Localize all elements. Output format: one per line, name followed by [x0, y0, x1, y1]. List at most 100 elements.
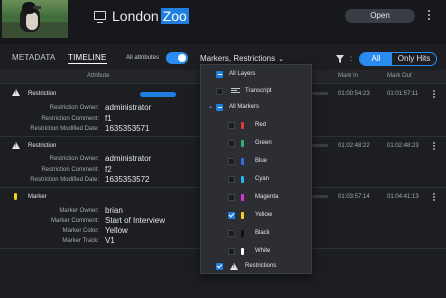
field-value: 1635353572 [105, 175, 150, 184]
field-value: administrator [105, 103, 152, 112]
marker-checkbox[interactable] [228, 176, 235, 183]
row-menu-icon[interactable] [433, 193, 435, 202]
field-value: brian [105, 206, 123, 215]
row-menu-icon[interactable] [433, 90, 435, 99]
option-label: White [255, 248, 271, 254]
warning-icon [12, 89, 20, 96]
option-restrictions[interactable]: Restrictions [201, 260, 313, 274]
marker-checkbox[interactable] [228, 194, 235, 201]
option-marker-yellow[interactable]: Yellow [201, 209, 313, 223]
option-label: Red [255, 122, 267, 128]
filter-icon[interactable] [336, 55, 344, 63]
row-menu-icon[interactable] [433, 142, 435, 151]
field-value: V1 [105, 236, 115, 245]
filter-only-hits-button[interactable]: Only Hits [392, 53, 436, 65]
transcript-checkbox[interactable] [216, 88, 223, 95]
timeline-track-bar [312, 195, 328, 198]
hits-filter-segmented: All Only Hits [359, 52, 437, 66]
layers-dropdown[interactable]: Markers, Restrictions ⌄ [200, 54, 284, 63]
color-swatch [241, 194, 244, 201]
option-transcript[interactable]: Transcript [201, 85, 313, 99]
asset-title-search-highlight: Zoo [160, 8, 189, 24]
column-mark-in[interactable]: Mark In [338, 73, 358, 79]
field-label: Restriction Comment: [41, 116, 99, 122]
field-label: Marker Comment: [50, 218, 99, 224]
timeline-track-bar [312, 92, 328, 95]
color-swatch [241, 176, 244, 183]
marker-icon [14, 193, 17, 200]
restrictions-checkbox[interactable] [216, 263, 223, 270]
field-label: Marker Owner: [59, 208, 99, 214]
option-marker-blue[interactable]: Blue [201, 155, 313, 169]
row-type: Marker [28, 194, 47, 200]
option-marker-white[interactable]: White [201, 245, 313, 259]
option-marker-cyan[interactable]: Cyan [201, 173, 313, 187]
mark-in-value: 01:02:48:22 [338, 143, 370, 149]
transcript-icon [231, 88, 240, 96]
video-asset-icon [94, 11, 106, 23]
marker-checkbox[interactable] [228, 212, 235, 219]
option-marker-red[interactable]: Red [201, 119, 313, 133]
field-label: Restriction Owner: [49, 105, 99, 111]
mark-in-value: 01:00:54:23 [338, 91, 370, 97]
timeline-segment-bar[interactable] [140, 92, 176, 97]
layers-dropdown-menu: All Layers Transcript ⌄ All Markers Red … [200, 64, 312, 274]
marker-checkbox[interactable] [228, 158, 235, 165]
marker-checkbox[interactable] [228, 230, 235, 237]
mark-out-value: 01:01:57:11 [387, 91, 419, 97]
option-marker-magenta[interactable]: Magenta [201, 191, 313, 205]
timeline-track-bar [312, 144, 328, 147]
asset-header: London Zoo Open [0, 0, 446, 44]
field-label: Marker Track: [62, 238, 99, 244]
separator-colon: : [350, 54, 353, 63]
option-marker-green[interactable]: Green [201, 137, 313, 151]
chevron-down-icon[interactable]: ⌄ [208, 103, 213, 110]
option-label: Blue [255, 158, 268, 164]
option-all-markers[interactable]: ⌄ All Markers [201, 101, 313, 115]
option-marker-black[interactable]: Black [201, 227, 313, 241]
tab-timeline[interactable]: TIMELINE [68, 53, 107, 64]
marker-checkbox[interactable] [228, 248, 235, 255]
marker-checkbox[interactable] [228, 122, 235, 129]
chevron-down-icon: ⌄ [278, 56, 284, 63]
color-swatch [241, 212, 244, 219]
more-options-icon[interactable] [428, 10, 431, 22]
option-all-layers[interactable]: All Layers [201, 68, 313, 82]
asset-title: London Zoo [112, 8, 189, 24]
option-label: Yellow [255, 212, 273, 218]
filter-all-button[interactable]: All [360, 53, 392, 65]
asset-title-prefix: London [112, 8, 159, 24]
tab-metadata[interactable]: METADATA [12, 53, 55, 62]
option-label: Magenta [255, 194, 279, 200]
option-label: Restrictions [245, 263, 277, 269]
all-attributes-toggle[interactable] [166, 52, 188, 64]
field-label: Restriction Modified Date: [30, 126, 99, 132]
all-layers-checkbox[interactable] [216, 71, 223, 78]
field-value: Start of Interview [105, 216, 166, 225]
field-label: Marker Color: [62, 228, 99, 234]
marker-checkbox[interactable] [228, 140, 235, 147]
field-label: Restriction Owner: [49, 156, 99, 162]
field-value: administrator [105, 154, 152, 163]
field-value: f2 [105, 165, 112, 174]
warning-icon [12, 142, 20, 149]
option-label: Transcript [245, 88, 272, 94]
mark-out-value: 01:02:48:23 [387, 143, 419, 149]
column-mark-out[interactable]: Mark Out [387, 73, 412, 79]
option-label: All Markers [229, 104, 260, 110]
field-label: Restriction Modified Date: [30, 177, 99, 183]
all-markers-checkbox[interactable] [216, 104, 223, 111]
color-swatch [241, 140, 244, 147]
option-label: All Layers [229, 71, 256, 77]
row-type: Restriction [28, 143, 57, 149]
option-label: Green [255, 140, 272, 146]
asset-thumbnail[interactable] [2, 0, 68, 38]
mark-out-value: 01:04:41:13 [387, 194, 419, 200]
field-label: Restriction Comment: [41, 167, 99, 173]
field-value: Yellow [105, 226, 128, 235]
column-attribute[interactable]: Attribute [87, 73, 109, 79]
open-button[interactable]: Open [345, 9, 415, 23]
field-value: f1 [105, 114, 112, 123]
option-label: Cyan [255, 176, 270, 182]
field-value: 1635353571 [105, 124, 150, 133]
